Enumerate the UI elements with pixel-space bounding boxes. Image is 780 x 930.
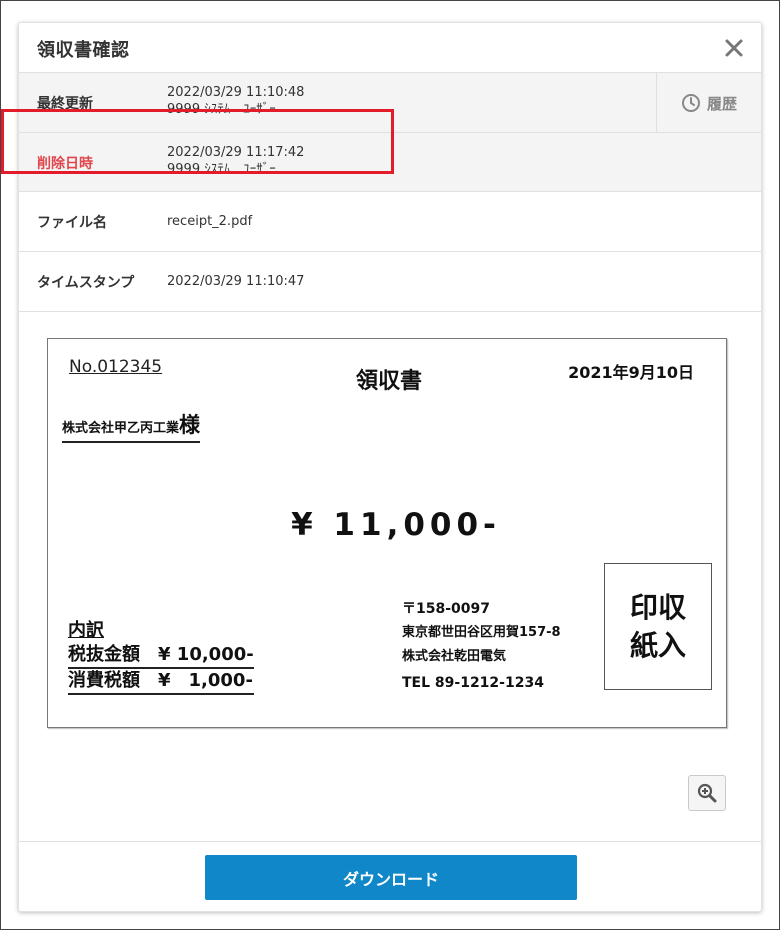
timestamp-row: タイムスタンプ 2022/03/29 11:10:47	[19, 252, 761, 312]
file-name-label: ファイル名	[37, 215, 107, 231]
deleted-datetime: 2022/03/29 11:17:42	[167, 145, 305, 160]
revenue-stamp-box: 印収 紙入	[604, 563, 712, 690]
receipt-recipient-honorific: 様	[179, 413, 201, 437]
last-updated-datetime: 2022/03/29 11:10:48	[167, 85, 305, 100]
breakdown-tax-excluded: 税抜金額 ¥ 10,000-	[68, 643, 254, 669]
receipt-preview-area: No.012345 領収書 2021年9月10日 株式会社甲乙丙工業様 ¥ 11…	[19, 312, 761, 842]
deleted-datetime-row: 削除日時 2022/03/29 11:17:42 9999 ｼｽﾃﾑ ﾕｰｻﾞｰ	[19, 133, 761, 192]
download-button[interactable]: ダウンロード	[205, 855, 577, 900]
history-button[interactable]: 履歴	[656, 73, 761, 133]
deleted-datetime-value: 2022/03/29 11:17:42 9999 ｼｽﾃﾑ ﾕｰｻﾞｰ	[167, 144, 304, 178]
receipt-title: 領収書	[356, 369, 423, 394]
receipt-breakdown: 内訳 税抜金額 ¥ 10,000- 消費税額 ¥ 1,000-	[68, 619, 254, 695]
receipt-dialog: 領収書確認 最終更新 2022/03/29 11:10:48 9999 ｼｽﾃﾑ…	[18, 22, 762, 912]
timestamp-value: 2022/03/29 11:10:47	[167, 274, 305, 289]
issuer-tel: TEL 89-1212-1234	[402, 675, 544, 691]
close-icon	[725, 39, 743, 57]
zoom-button[interactable]	[688, 775, 726, 811]
breakdown-consumption-tax: 消費税額 ¥ 1,000-	[68, 669, 254, 695]
stamp-text-line1: 印収	[629, 590, 686, 624]
receipt-number: No.012345	[69, 357, 163, 377]
receipt-amount: ¥ 11,000-	[291, 507, 501, 543]
last-updated-user: 9999 ｼｽﾃﾑ ﾕｰｻﾞｰ	[167, 102, 276, 117]
file-name-value: receipt_2.pdf	[167, 214, 253, 229]
zoom-in-icon	[697, 783, 717, 803]
dialog-footer: ダウンロード	[19, 842, 761, 911]
clock-icon	[681, 94, 700, 112]
issuer-postal-code: 〒158-0097	[402, 601, 490, 617]
receipt-issuer-block: 〒158-0097 東京都世田谷区用賀157-8 株式会社乾田電気 TEL 89…	[402, 597, 561, 695]
issuer-name: 株式会社乾田電気	[402, 649, 507, 664]
timestamp-label: タイムスタンプ	[37, 275, 135, 291]
deleted-user: 9999 ｼｽﾃﾑ ﾕｰｻﾞｰ	[167, 162, 276, 177]
issuer-address: 東京都世田谷区用賀157-8	[402, 625, 561, 640]
dialog-title: 領収書確認	[37, 40, 130, 61]
close-button[interactable]	[721, 35, 747, 61]
stamp-text-line2: 紙入	[629, 628, 686, 662]
receipt-recipient: 株式会社甲乙丙工業様	[62, 409, 201, 443]
receipt-image: No.012345 領収書 2021年9月10日 株式会社甲乙丙工業様 ¥ 11…	[47, 338, 727, 728]
last-updated-row: 最終更新 2022/03/29 11:10:48 9999 ｼｽﾃﾑ ﾕｰｻﾞｰ…	[19, 73, 761, 133]
last-updated-label: 最終更新	[37, 96, 93, 112]
dialog-header: 領収書確認	[19, 23, 761, 73]
deleted-datetime-label: 削除日時	[37, 156, 93, 172]
receipt-recipient-company: 株式会社甲乙丙工業	[62, 421, 180, 436]
file-name-row: ファイル名 receipt_2.pdf	[19, 192, 761, 252]
last-updated-value: 2022/03/29 11:10:48 9999 ｼｽﾃﾑ ﾕｰｻﾞｰ	[167, 84, 304, 118]
history-button-label: 履歴	[706, 94, 737, 113]
receipt-date: 2021年9月10日	[568, 363, 694, 382]
breakdown-title: 内訳	[68, 620, 104, 641]
